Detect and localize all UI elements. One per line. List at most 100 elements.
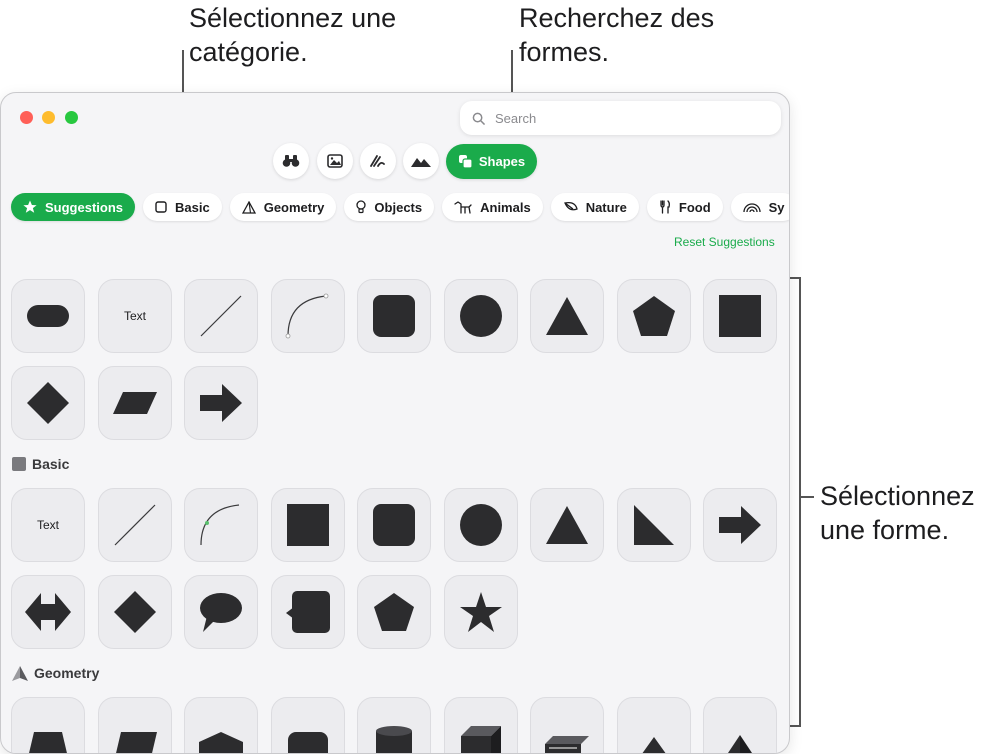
shape-tile-arrow-basic[interactable]: [703, 488, 777, 562]
photos-button[interactable]: [317, 143, 353, 179]
box-shape: [545, 736, 589, 753]
scribble-icon: [370, 155, 385, 167]
browse-button[interactable]: [273, 143, 309, 179]
callout-shape-leader: [800, 496, 814, 498]
curve-shape: [285, 293, 329, 339]
shape-tile-text-basic[interactable]: Text: [11, 488, 85, 562]
shape-tile-rounded-square[interactable]: [357, 279, 431, 353]
zoom-button[interactable]: [65, 111, 78, 124]
shape-tile-rounded-rect[interactable]: [11, 279, 85, 353]
shape-tile-circle-basic[interactable]: [444, 488, 518, 562]
mountains-icon: [411, 158, 431, 167]
category-bar: Suggestions Basic Geometry Objects Anima…: [11, 193, 789, 221]
shape-tile-rounded-top[interactable]: [271, 697, 345, 753]
shapes-button[interactable]: Shapes: [446, 144, 537, 179]
callout-shape-bracket-bottom: [790, 725, 800, 727]
shape-tile-speech-bubble[interactable]: [184, 575, 258, 649]
search-input[interactable]: [493, 109, 757, 127]
text-shape-label: Text: [36, 518, 59, 532]
callout-shape-line1: Sélectionnez: [820, 481, 975, 511]
shape-tile-pyramid[interactable]: [617, 697, 691, 753]
rounded-square-shape: [373, 504, 415, 546]
shape-tile-square[interactable]: [703, 279, 777, 353]
rounded-top-shape: [288, 732, 328, 753]
shape-tile-square-basic[interactable]: [271, 488, 345, 562]
search-field[interactable]: [460, 101, 781, 135]
close-button[interactable]: [20, 111, 33, 124]
pyramid-icon: [12, 665, 28, 681]
minimize-button[interactable]: [42, 111, 55, 124]
category-animals[interactable]: Animals: [442, 193, 543, 221]
shape-tile-pentagon-basic[interactable]: [357, 575, 431, 649]
square-shape: [287, 504, 329, 546]
callout-shape-line2: une forme.: [820, 515, 950, 545]
shape-tile-star[interactable]: [444, 575, 518, 649]
callout-search-line2: formes.: [519, 37, 610, 67]
triangle-shape: [546, 506, 588, 544]
line-shape: [200, 295, 242, 337]
fork-knife-icon: [660, 200, 670, 214]
shape-tile-parallelogram[interactable]: [98, 366, 172, 440]
pyramid-shape: [642, 737, 666, 753]
shape-tile-double-arrow[interactable]: [11, 575, 85, 649]
shape-tile-arrow[interactable]: [184, 366, 258, 440]
rainbow-icon: [742, 203, 761, 212]
line-shape: [114, 504, 156, 546]
arrow-shape: [719, 506, 761, 544]
callout-shape-bracket: [799, 277, 801, 727]
circle-shape: [460, 295, 502, 337]
shape-tile-slant[interactable]: [98, 697, 172, 753]
shape-tile-tetrahedron[interactable]: [703, 697, 777, 753]
category-basic[interactable]: Basic: [143, 193, 222, 221]
category-nature[interactable]: Nature: [550, 193, 639, 221]
lightbulb-icon: [356, 200, 367, 214]
shape-tile-box[interactable]: [530, 697, 604, 753]
parallelogram-shape: [113, 392, 157, 414]
leaf-icon: [563, 201, 578, 211]
callout-shape: [286, 591, 330, 633]
shape-tile-triangle-basic[interactable]: [530, 488, 604, 562]
shape-tile-triangle[interactable]: [530, 279, 604, 353]
shape-tile-diamond[interactable]: [11, 366, 85, 440]
speech-bubble-shape: [200, 593, 242, 632]
category-food[interactable]: Food: [646, 193, 723, 221]
shape-tile-curve[interactable]: [271, 279, 345, 353]
callout-search-line1: Recherchez des: [519, 3, 715, 33]
shapes-icon: [458, 155, 473, 169]
category-geometry[interactable]: Geometry: [229, 193, 337, 221]
square-shape: [719, 295, 761, 337]
shape-tile-line[interactable]: [184, 279, 258, 353]
section-basic-header: Basic: [12, 456, 69, 472]
curve-shape: [200, 504, 240, 546]
shape-tile-cylinder[interactable]: [357, 697, 431, 753]
shape-tile-circle[interactable]: [444, 279, 518, 353]
shape-tile-line-basic[interactable]: [98, 488, 172, 562]
shape-tile-trapezoid[interactable]: [11, 697, 85, 753]
star-icon: [23, 200, 37, 213]
cube-shape: [461, 726, 501, 753]
shape-tile-curve-basic[interactable]: [184, 488, 258, 562]
shape-tile-house[interactable]: [184, 697, 258, 753]
pentagon-shape: [374, 593, 414, 631]
rounded-square-shape: [373, 295, 415, 337]
category-objects[interactable]: Objects: [344, 193, 435, 221]
category-symbols[interactable]: Sy: [730, 193, 789, 221]
landscape-button[interactable]: [403, 143, 439, 179]
drawing-button[interactable]: [360, 143, 396, 179]
cylinder-shape: [376, 726, 412, 753]
tetrahedron-shape: [728, 735, 752, 753]
shape-tile-pentagon[interactable]: [617, 279, 691, 353]
shape-tile-cube[interactable]: [444, 697, 518, 753]
shape-tile-diamond-basic[interactable]: [98, 575, 172, 649]
shape-tile-right-triangle[interactable]: [617, 488, 691, 562]
category-suggestions[interactable]: Suggestions: [11, 193, 136, 221]
shape-tile-callout[interactable]: [271, 575, 345, 649]
shape-tile-rounded-square-basic[interactable]: [357, 488, 431, 562]
dog-icon: [454, 200, 472, 214]
house-shape: [199, 732, 243, 753]
reset-suggestions-link[interactable]: Reset Suggestions: [674, 235, 775, 249]
photo-icon: [327, 154, 343, 168]
shape-tile-text[interactable]: Text: [98, 279, 172, 353]
text-shape-label: Text: [123, 309, 146, 323]
pyramid-icon: [241, 200, 256, 214]
